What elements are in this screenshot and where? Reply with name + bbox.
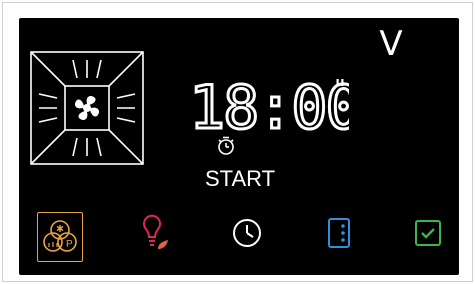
time-display: .seg { font-family: "DejaVu Sans Mono", … (188, 70, 364, 150)
svg-text:P: P (66, 239, 73, 250)
clock-button[interactable] (224, 208, 270, 258)
confirm-check-icon (413, 218, 443, 248)
oven-light-button[interactable] (130, 208, 176, 258)
options-button[interactable]: P (37, 212, 83, 262)
time-digits: 18:00 (189, 73, 349, 143)
oven-light-icon (136, 213, 170, 253)
start-label: START (205, 166, 276, 191)
clock-icon (230, 216, 264, 250)
mode-indicator: V (379, 24, 403, 64)
control-panel-screen: V 18:00 " START P (19, 18, 459, 275)
confirm-button[interactable] (405, 208, 451, 258)
vertical-menu-icon (324, 216, 354, 250)
options-pyrolysis-icon: P (40, 217, 80, 257)
timer-icon (215, 135, 237, 157)
device-bezel: V 18:00 " START P (2, 2, 473, 282)
time-suffix: " (334, 75, 346, 105)
oven-fan-icon (27, 48, 147, 168)
menu-button[interactable] (316, 208, 362, 258)
